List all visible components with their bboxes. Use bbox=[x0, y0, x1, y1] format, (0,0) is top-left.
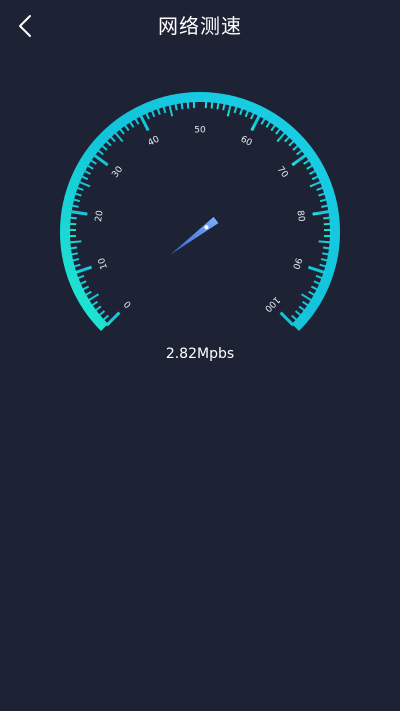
gauge-tick bbox=[73, 265, 93, 275]
speed-test-screen: 网络测速 0 10 20 30 40 50 60 70 80 90 100 2.82Mpbs bbox=[0, 0, 400, 711]
top-bar: 网络测速 bbox=[0, 0, 400, 52]
gauge-tick bbox=[275, 127, 282, 135]
gauge-tick-label: 20 bbox=[94, 209, 106, 222]
gauge-tick bbox=[69, 209, 88, 216]
gauge-tick bbox=[113, 130, 124, 143]
gauge-tick bbox=[294, 310, 303, 317]
gauge-tick bbox=[104, 139, 112, 147]
gauge-tick bbox=[118, 127, 125, 135]
gauge-tick bbox=[309, 180, 323, 188]
gauge-tick bbox=[93, 305, 102, 313]
gauge-tick bbox=[96, 148, 104, 156]
gauge-tick bbox=[284, 135, 292, 143]
gauge-tick bbox=[279, 311, 295, 327]
gauge-tick bbox=[301, 300, 310, 308]
gauge-tick bbox=[291, 314, 299, 322]
gauge-tick bbox=[86, 293, 100, 302]
gauge-tick bbox=[101, 314, 109, 322]
gauge-tick bbox=[89, 158, 97, 165]
gauge-tick bbox=[68, 246, 78, 250]
gauge-tick-label: 80 bbox=[294, 210, 306, 223]
gauge-tick bbox=[276, 130, 287, 143]
gauge-tick bbox=[307, 265, 327, 275]
gauge-tick bbox=[168, 103, 174, 117]
gauge-tick bbox=[68, 222, 77, 226]
gauge-tick bbox=[68, 240, 82, 244]
gauge-tick bbox=[210, 100, 214, 109]
speed-gauge: 0 10 20 30 40 50 60 70 80 90 100 bbox=[50, 88, 350, 348]
gauge-tick bbox=[322, 246, 332, 250]
gauge-tick bbox=[105, 311, 121, 327]
gauge-tick bbox=[270, 123, 277, 132]
gauge-tick bbox=[323, 216, 332, 220]
gauge-tick bbox=[123, 123, 130, 132]
gauge-tick bbox=[296, 148, 304, 156]
gauge-tick bbox=[226, 103, 232, 117]
gauge-tick bbox=[292, 143, 300, 151]
gauge-tick-label: 100 bbox=[262, 294, 281, 313]
gauge-tick-label: 10 bbox=[97, 256, 110, 270]
gauge-tick bbox=[216, 101, 220, 110]
gauge-tick bbox=[180, 101, 184, 110]
gauge-tick-label: 0 bbox=[122, 298, 133, 309]
gauge-tick-label: 70 bbox=[275, 165, 290, 180]
gauge-tick bbox=[312, 209, 331, 216]
speed-gauge-graphic: 0 10 20 30 40 50 60 70 80 90 100 bbox=[60, 92, 340, 331]
gauge-tick bbox=[186, 100, 190, 109]
gauge-tick bbox=[265, 120, 272, 128]
gauge-tick-label: 50 bbox=[194, 126, 206, 136]
gauge-tick bbox=[108, 135, 116, 143]
gauge-tick-label: 40 bbox=[147, 134, 162, 148]
gauge-needle-shape bbox=[169, 216, 219, 256]
gauge-tick bbox=[300, 293, 314, 302]
gauge-tick bbox=[323, 222, 332, 226]
gauge-needle bbox=[169, 216, 219, 256]
gauge-tick bbox=[77, 180, 91, 188]
gauge-tick bbox=[100, 143, 108, 151]
gauge-needle-dot bbox=[204, 225, 209, 230]
gauge-tick-label: 30 bbox=[110, 165, 125, 180]
gauge-tick bbox=[303, 158, 311, 165]
gauge-tick bbox=[90, 300, 99, 308]
speed-readout: 2.82Mpbs bbox=[165, 346, 235, 362]
gauge-tick bbox=[97, 310, 106, 317]
gauge-tick-label: 90 bbox=[290, 256, 303, 270]
gauge-tick bbox=[69, 252, 79, 256]
gauge-tick bbox=[68, 216, 77, 220]
gauge-tick bbox=[128, 120, 135, 128]
gauge-tick bbox=[318, 240, 332, 244]
gauge-tick bbox=[288, 139, 296, 147]
gauge-tick-label: 60 bbox=[239, 135, 254, 149]
gauge-tick bbox=[298, 305, 307, 313]
gauge-tick bbox=[321, 252, 331, 256]
page-title: 网络测速 bbox=[158, 14, 242, 38]
gauge-tick-labels: 0 10 20 30 40 50 60 70 80 90 100 bbox=[94, 126, 306, 314]
